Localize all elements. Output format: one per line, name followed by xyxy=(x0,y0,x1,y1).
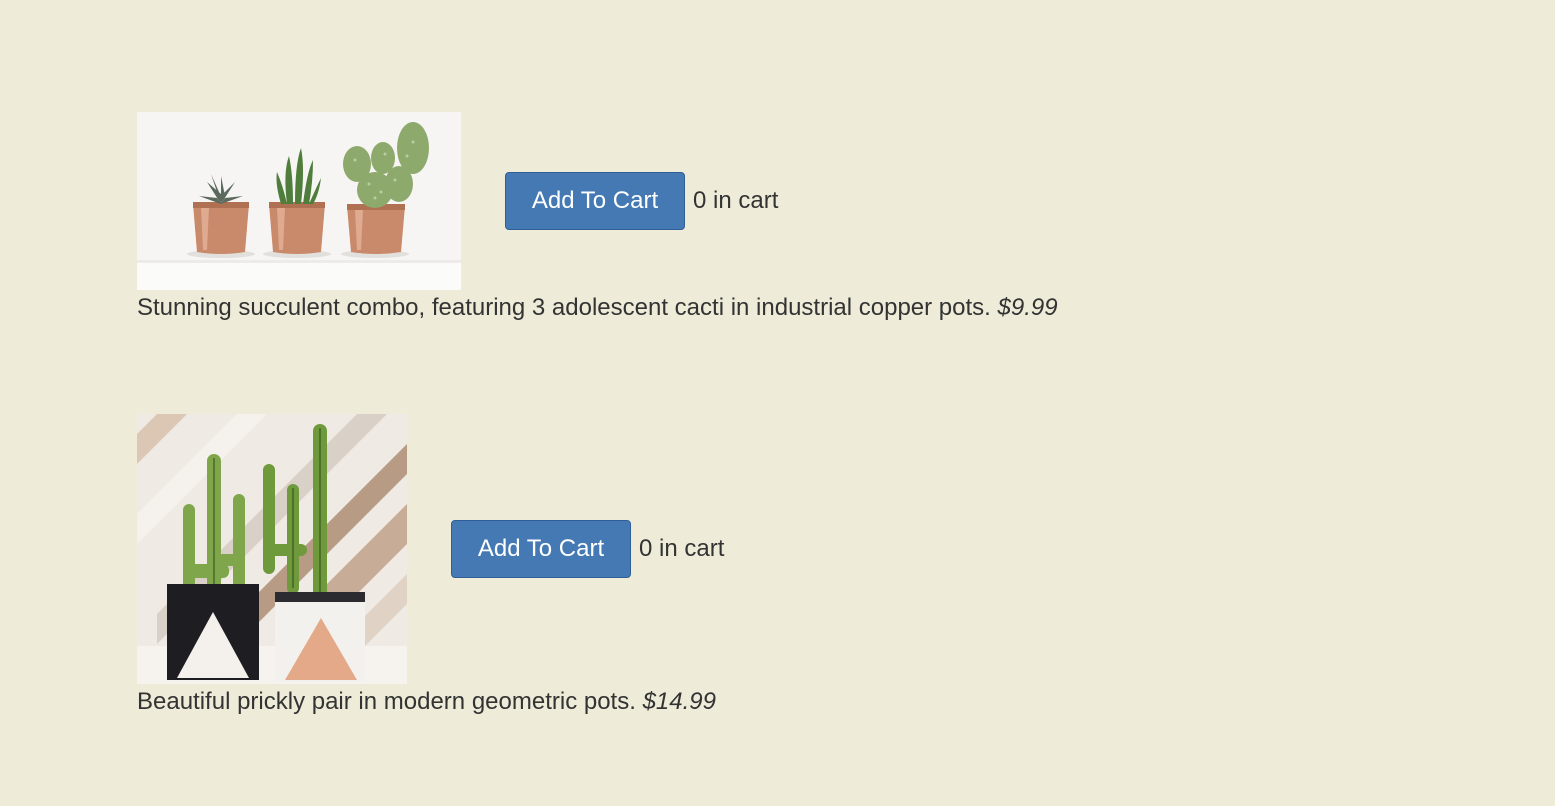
product-description: Beautiful prickly pair in modern geometr… xyxy=(137,688,724,716)
product-price: $9.99 xyxy=(997,294,1058,321)
product-price: $14.99 xyxy=(642,688,716,715)
description-text: Beautiful prickly pair in modern geometr… xyxy=(137,688,636,715)
add-to-cart-button[interactable]: Add To Cart xyxy=(451,520,631,578)
three-cacti-copper-pots-image xyxy=(137,112,461,290)
add-to-cart-button[interactable]: Add To Cart xyxy=(505,172,685,230)
description-text: Stunning succulent combo, featuring 3 ad… xyxy=(137,294,991,321)
product-row: Add To Cart 0 in cart xyxy=(137,112,1058,290)
product-card: Add To Cart 0 in cart Beautiful prickly … xyxy=(137,414,724,716)
product-description: Stunning succulent combo, featuring 3 ad… xyxy=(137,294,1058,322)
cart-count: 0 in cart xyxy=(639,535,725,562)
product-card: Add To Cart 0 in cart Stunning succulent… xyxy=(137,112,1058,322)
page: Add To Cart 0 in cart Stunning succulent… xyxy=(0,0,1555,806)
cart-count: 0 in cart xyxy=(693,187,779,214)
prickly-pair-geometric-pots-image xyxy=(137,414,407,684)
product-row: Add To Cart 0 in cart xyxy=(137,414,724,684)
